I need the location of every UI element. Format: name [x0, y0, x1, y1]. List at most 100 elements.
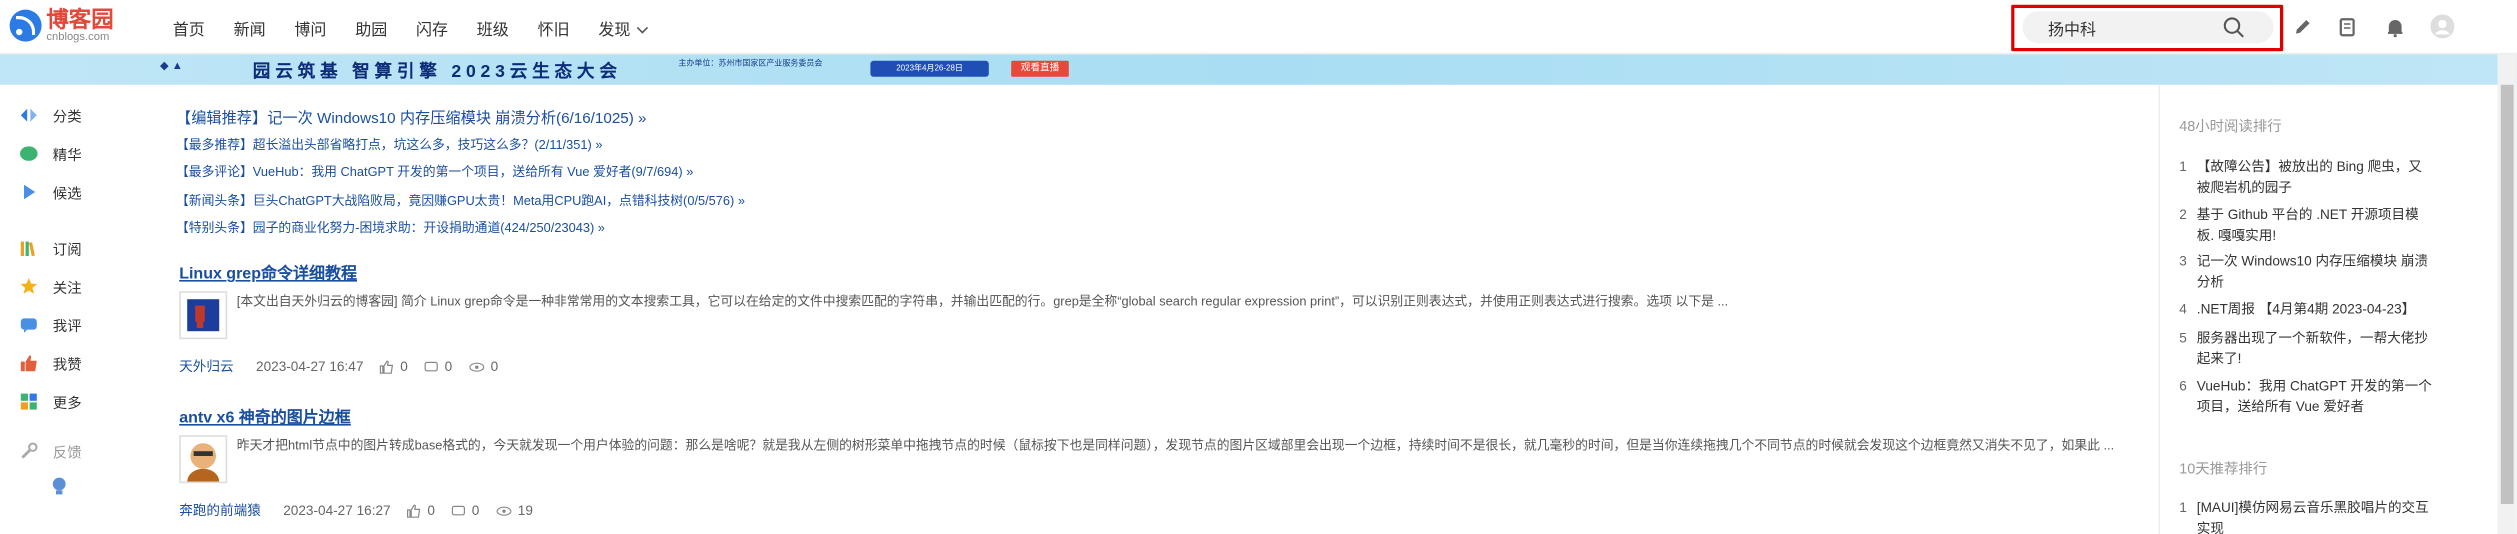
post-likes-count: 0 — [427, 502, 435, 519]
sidebar-item-feedback[interactable]: 反馈 — [19, 438, 82, 464]
nav-home[interactable]: 首页 — [173, 15, 205, 40]
rec-rank: 1 — [2179, 499, 2187, 516]
notice-most-recommended[interactable]: 【最多推荐】超长溢出头部省略打点，坑这么多，技巧这么多？(2/11/351) » — [176, 136, 602, 154]
hot-rank: 4 — [2179, 300, 2187, 317]
nav-discover[interactable]: 发现 — [598, 15, 649, 40]
banner-title: 园云筑基 智算引擎 2023云生态大会 — [252, 62, 622, 82]
nav-news[interactable]: 新闻 — [234, 15, 266, 40]
post-comments-count: 0 — [471, 502, 480, 519]
hot-title: 服务器出现了一个新软件，一帮大佬抄起来了! — [2196, 329, 2429, 367]
edit-icon[interactable] — [2291, 16, 2313, 38]
post-comments-count: 0 — [444, 358, 453, 375]
sidebar-item-my-likes[interactable]: 我赞 — [19, 350, 82, 376]
bookshelf-icon — [20, 241, 35, 257]
hot-item[interactable]: 6 VueHub：我用 ChatGPT 开发的第一个项目，送给所有 Vue 爱好者 — [2179, 376, 2435, 418]
post-views: 0 — [468, 358, 498, 374]
sidebar-label: 精华 — [52, 146, 82, 163]
bulb-icon[interactable] — [51, 477, 67, 496]
post-footer: 天外归云 2023-04-27 16:47 0 0 0 — [179, 357, 498, 376]
sidebar-item-featured[interactable]: 精华 — [19, 141, 82, 167]
post-likes[interactable]: 0 — [407, 502, 435, 518]
notice-editor-pick[interactable]: 【编辑推荐】记一次 Windows10 内存压缩模块 崩溃分析(6/16/102… — [176, 106, 646, 128]
star-icon — [20, 278, 38, 294]
post-summary: 昨天才把html节点中的图片转成base格式的，今天就发现一个用户体验的问题：那… — [236, 438, 2115, 453]
nav-flash[interactable]: 闪存 — [416, 15, 448, 40]
nav-discover-label: 发现 — [598, 21, 631, 40]
post-thumbnail[interactable] — [179, 435, 228, 484]
notice-news-headline[interactable]: 【新闻头条】巨头ChatGPT大战陷败局，竟因赚GPU太贵！Meta用CPU跑A… — [176, 192, 745, 210]
sidebar-label: 关注 — [52, 279, 82, 296]
post-title[interactable]: Linux grep命令详细教程 — [179, 259, 357, 284]
nav-question[interactable]: 博问 — [294, 15, 326, 40]
sidebar-item-subscribe[interactable]: 订阅 — [19, 235, 82, 261]
post-comments[interactable]: 0 — [451, 502, 479, 518]
hot-item[interactable]: 4 .NET周报 【4月第4期 2023-04-23】 — [2179, 299, 2435, 320]
top-header: 博客园 cnblogs.com 首页 新闻 博问 助园 闪存 班级 怀旧 发现 — [0, 0, 2517, 55]
notice-special-headline[interactable]: 【特别头条】园子的商业化努力-困境求助：开设捐助通道(424/250/23043… — [176, 219, 605, 237]
recommend-item[interactable]: 1 [MAUI]模仿网易云音乐黑胶唱片的交互实现 — [2179, 498, 2435, 534]
sidebar-item-more[interactable]: 更多 — [19, 389, 82, 415]
ad-banner[interactable]: ◆ ▲ 园云筑基 智算引擎 2023云生态大会 主办单位：苏州市国家区产业服务委… — [0, 54, 2517, 85]
hot-title: .NET周报 【4月第4期 2023-04-23】 — [2196, 300, 2416, 317]
banner-date: 2023年4月26-28日 — [870, 60, 989, 77]
post-date: 2023-04-27 16:27 — [283, 502, 391, 519]
thumb-up-icon — [380, 359, 394, 374]
author-avatar-icon — [187, 299, 220, 332]
rec-title: [MAUI]模仿网易云音乐黑胶唱片的交互实现 — [2196, 499, 2429, 534]
nav-help[interactable]: 助园 — [355, 15, 387, 40]
sidebar-item-category[interactable]: 分类 — [19, 102, 82, 128]
hot-rank: 2 — [2179, 206, 2187, 223]
scrollbar-thumb[interactable] — [2500, 84, 2514, 505]
play-icon — [24, 184, 36, 200]
sidebar-label: 更多 — [52, 394, 82, 411]
main-nav: 首页 新闻 博问 助园 闪存 班级 怀旧 发现 — [173, 0, 675, 54]
post-author[interactable]: 天外归云 — [179, 357, 233, 376]
hot-title: 【故障公告】被放出的 Bing 爬虫，又被爬岩机的园子 — [2196, 158, 2422, 196]
nav-nostalgia[interactable]: 怀旧 — [538, 15, 570, 40]
sidebar-label: 我赞 — [52, 356, 82, 372]
site-logo[interactable]: 博客园 cnblogs.com — [9, 6, 114, 44]
sidebar-item-candidate[interactable]: 候选 — [19, 179, 82, 205]
banner-organizer: 主办单位：苏州市国家区产业服务委员会 — [678, 59, 823, 69]
hot-item[interactable]: 1 【故障公告】被放出的 Bing 爬虫，又被爬岩机的园子 — [2179, 157, 2435, 199]
sidebar-label: 候选 — [52, 184, 82, 201]
bell-icon[interactable] — [2384, 16, 2406, 38]
author-avatar-icon — [187, 443, 220, 482]
banner-live-button[interactable]: 观看直播 — [1011, 60, 1069, 77]
post-views-count: 0 — [490, 358, 499, 375]
wrench-icon — [21, 442, 38, 459]
chevron-down-icon — [636, 21, 649, 33]
post-footer: 奔跑的前端猿 2023-04-27 16:27 0 0 19 — [179, 501, 533, 520]
hot-title: VueHub：我用 ChatGPT 开发的第一个项目，送给所有 Vue 爱好者 — [2196, 377, 2432, 415]
logo-title: 博客园 — [46, 6, 114, 33]
sidebar-item-my-comments[interactable]: 我评 — [19, 312, 82, 338]
avatar-icon[interactable] — [2430, 14, 2455, 39]
hot-rank: 1 — [2179, 158, 2187, 175]
eye-icon — [495, 505, 511, 515]
post-likes[interactable]: 0 — [379, 358, 408, 374]
post-author[interactable]: 奔跑的前端猿 — [179, 501, 261, 520]
hot-item[interactable]: 2 基于 Github 平台的 .NET 开源项目模板. 嘎嘎实用! — [2179, 205, 2435, 247]
hot-48h-title: 48小时阅读排行 — [2179, 118, 2282, 135]
notebook-icon[interactable] — [2336, 16, 2358, 38]
hot-title: 记一次 Windows10 内存压缩模块 崩溃分析 — [2196, 252, 2429, 290]
sidebar-label: 反馈 — [52, 444, 82, 460]
rss-logo-icon — [9, 9, 42, 42]
nav-class[interactable]: 班级 — [477, 15, 509, 40]
more-icon — [20, 393, 37, 410]
comment-icon — [451, 505, 465, 515]
category-icon — [20, 108, 37, 122]
hot-rank: 6 — [2179, 377, 2187, 394]
logo-domain: cnblogs.com — [46, 32, 110, 44]
post-thumbnail[interactable] — [179, 291, 228, 340]
post-title[interactable]: antv x6 神奇的图片边框 — [179, 403, 351, 428]
sidebar-item-follow[interactable]: 关注 — [19, 274, 82, 300]
hot-item[interactable]: 5 服务器出现了一个新软件，一帮大佬抄起来了! — [2179, 328, 2435, 370]
hot-item[interactable]: 3 记一次 Windows10 内存压缩模块 崩溃分析 — [2179, 251, 2435, 293]
thumb-up-icon — [407, 503, 421, 518]
post-views-count: 19 — [517, 502, 533, 519]
comment-icon — [20, 318, 37, 333]
search-icon[interactable] — [2222, 16, 2244, 38]
notice-most-comments[interactable]: 【最多评论】VueHub：我用 ChatGPT 开发的第一个项目，送给所有 Vu… — [176, 163, 693, 181]
post-comments[interactable]: 0 — [424, 358, 452, 374]
